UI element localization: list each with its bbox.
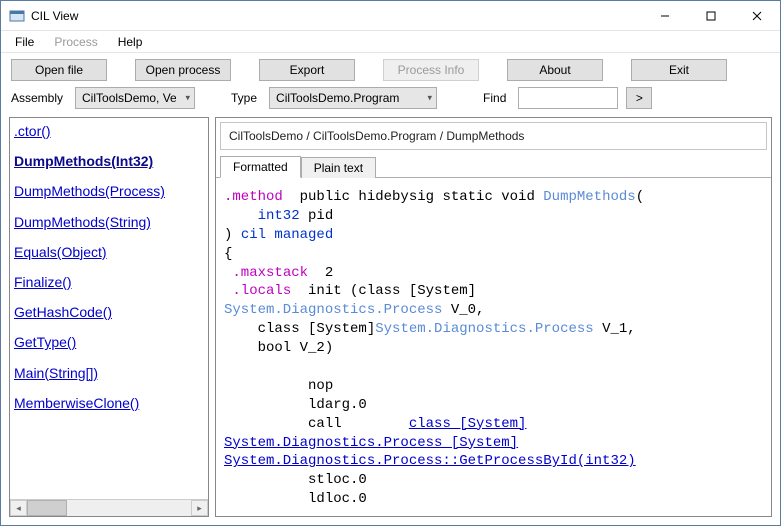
filterbar: Assembly CilToolsDemo, Version=1 ▾ Type … <box>1 83 780 117</box>
scroll-left-arrow[interactable]: ◂ <box>10 500 27 516</box>
content: .ctor() DumpMethods(Int32) DumpMethods(Pro… <box>1 117 780 525</box>
breadcrumb: CilToolsDemo / CilToolsDemo.Program / Du… <box>220 122 767 150</box>
menubar: File Process Help <box>1 31 780 53</box>
type-combo-value: CilToolsDemo.Program <box>276 91 418 105</box>
method-link[interactable]: GetHashCode() <box>14 303 206 321</box>
scroll-right-arrow[interactable]: ▸ <box>191 500 208 516</box>
method-link[interactable]: .ctor() <box>14 122 206 140</box>
method-link[interactable]: GetType() <box>14 333 206 351</box>
open-file-button[interactable]: Open file <box>11 59 107 81</box>
method-list[interactable]: .ctor() DumpMethods(Int32) DumpMethods(Pro… <box>10 118 208 499</box>
menu-file[interactable]: File <box>7 33 42 51</box>
open-process-button[interactable]: Open process <box>135 59 231 81</box>
chevron-down-icon: ▾ <box>428 93 433 104</box>
maximize-button[interactable] <box>688 1 734 30</box>
method-link[interactable]: Main(String[]) <box>14 364 206 382</box>
chevron-down-icon: ▾ <box>185 93 190 104</box>
about-button[interactable]: About <box>507 59 603 81</box>
assembly-label: Assembly <box>11 91 67 105</box>
app-icon <box>9 8 25 24</box>
tabs: Formatted Plain text <box>216 154 771 178</box>
find-go-button[interactable]: > <box>626 87 652 109</box>
method-list-panel: .ctor() DumpMethods(Int32) DumpMethods(Pro… <box>9 117 209 517</box>
method-link[interactable]: MemberwiseClone() <box>14 394 206 412</box>
menu-help[interactable]: Help <box>110 33 151 51</box>
window-title: CIL View <box>31 9 78 23</box>
type-label: Type <box>231 91 261 105</box>
method-link[interactable]: DumpMethods(String) <box>14 213 206 231</box>
code-view[interactable]: .method public hidebysig static void Dum… <box>216 178 771 516</box>
scroll-track[interactable] <box>27 500 191 516</box>
horizontal-scrollbar[interactable]: ◂ ▸ <box>10 499 208 516</box>
method-link[interactable]: Finalize() <box>14 273 206 291</box>
find-input[interactable] <box>518 87 618 109</box>
method-link[interactable]: DumpMethods(Process) <box>14 182 206 200</box>
assembly-combo-value: CilToolsDemo, Version=1 <box>82 91 176 105</box>
assembly-combo[interactable]: CilToolsDemo, Version=1 ▾ <box>75 87 195 109</box>
process-info-button: Process Info <box>383 59 479 81</box>
minimize-button[interactable] <box>642 1 688 30</box>
code-panel: CilToolsDemo / CilToolsDemo.Program / Du… <box>215 117 772 517</box>
close-button[interactable] <box>734 1 780 30</box>
type-combo[interactable]: CilToolsDemo.Program ▾ <box>269 87 437 109</box>
method-link[interactable]: Equals(Object) <box>14 243 206 261</box>
menu-process[interactable]: Process <box>46 33 105 51</box>
scroll-thumb[interactable] <box>27 500 67 516</box>
method-link[interactable]: DumpMethods(Int32) <box>14 152 206 170</box>
tab-formatted[interactable]: Formatted <box>220 156 301 178</box>
tab-plain-text[interactable]: Plain text <box>301 157 376 178</box>
export-button[interactable]: Export <box>259 59 355 81</box>
toolbar: Open file Open process Export Process In… <box>1 53 780 83</box>
find-label: Find <box>483 91 510 105</box>
exit-button[interactable]: Exit <box>631 59 727 81</box>
titlebar: CIL View <box>1 1 780 31</box>
